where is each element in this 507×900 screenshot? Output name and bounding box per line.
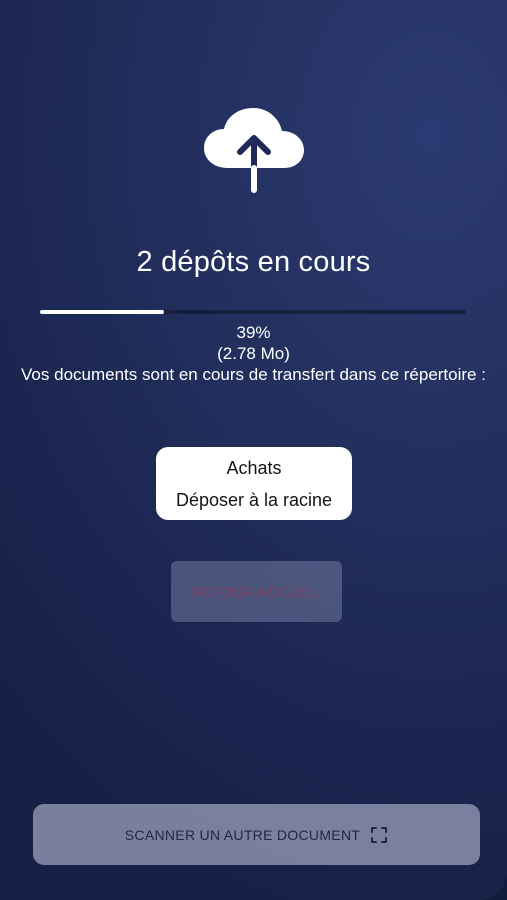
page-title: 2 dépôts en cours	[136, 246, 371, 278]
scan-frame-icon	[371, 826, 388, 843]
cloud-upload-icon	[204, 108, 304, 193]
destination-action: Déposer à la racine	[175, 490, 333, 510]
back-home-button[interactable]: RETOUR ACCUEIL	[171, 561, 342, 622]
upload-progress-fill	[40, 310, 164, 314]
upload-screen: 2 dépôts en cours 39% (2.78 Mo) Vos docu…	[0, 0, 507, 900]
destination-folder-card: Achats Déposer à la racine	[156, 447, 352, 520]
upload-status: 39% (2.78 Mo) Vos documents sont en cour…	[20, 322, 487, 385]
upload-progress-bar	[40, 310, 466, 314]
progress-percent-label: 39%	[236, 323, 271, 342]
destination-folder-name: Achats	[226, 458, 282, 478]
scan-another-document-button[interactable]: SCANNER UN AUTRE DOCUMENT	[33, 804, 480, 865]
upload-message: Vos documents sont en cours de transfert…	[21, 365, 486, 384]
upload-size-label: (2.78 Mo)	[217, 344, 290, 363]
scan-button-label: SCANNER UN AUTRE DOCUMENT	[124, 826, 361, 843]
